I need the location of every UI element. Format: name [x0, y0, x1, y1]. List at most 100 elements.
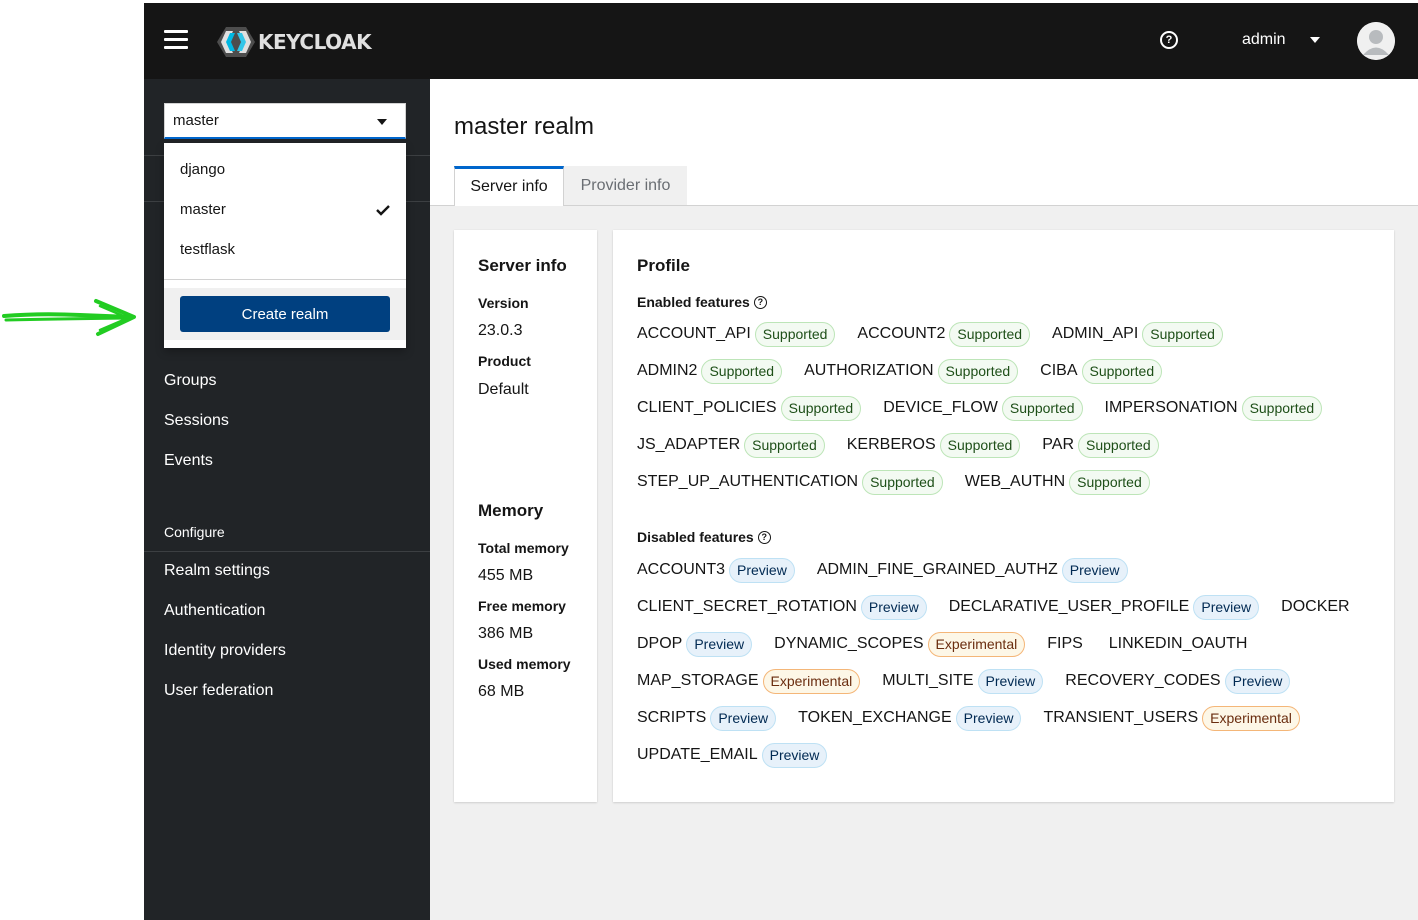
feature-status-badge: Preview: [1193, 594, 1260, 620]
help-icon[interactable]: ?: [753, 295, 767, 309]
feature-item: LINKEDIN_OAUTH: [1109, 635, 1252, 653]
logo-text: KEYCLOAK: [258, 30, 372, 54]
feature-status-badge: Supported: [780, 395, 862, 421]
nav-item-identity-providers[interactable]: Identity providers: [164, 642, 286, 660]
feature-status-badge: Supported: [1078, 432, 1159, 458]
user-avatar-icon: [1357, 22, 1395, 60]
feature-item: SCRIPTS Preview: [637, 705, 777, 731]
feature-item: ACCOUNT_API Supported: [637, 321, 836, 347]
profile-heading: Profile: [637, 256, 690, 275]
feature-item: TRANSIENT_USERS Experimental: [1043, 705, 1300, 731]
feature-item: CLIENT_POLICIES Supported: [637, 395, 862, 421]
feature-status-badge: Supported: [1081, 358, 1163, 384]
feature-name: DEVICE_FLOW: [883, 399, 998, 416]
masthead: KEYCLOAK ? admin: [144, 3, 1418, 79]
create-realm-button[interactable]: Create realm: [180, 296, 390, 332]
feature-item: DPOP Preview: [637, 631, 753, 657]
feature-status-badge: Experimental: [1202, 705, 1300, 731]
feature-item: WEB_AUTHN Supported: [964, 469, 1150, 495]
used-memory-label: Used memory: [478, 656, 571, 672]
memory-heading: Memory: [478, 501, 544, 520]
feature-name: DECLARATIVE_USER_PROFILE: [948, 598, 1190, 615]
feature-row: MAP_STORAGE Experimental MULTI_SITE Preview…: [637, 668, 1312, 694]
realm-option-master[interactable]: master: [164, 190, 406, 230]
tab-provider-info[interactable]: Provider info: [564, 166, 687, 206]
realm-dropdown-menu: django master testflask Create realm: [164, 143, 406, 348]
product-label: Product: [478, 353, 531, 369]
feature-status-badge: Preview: [710, 705, 777, 731]
feature-status-badge: Experimental: [927, 631, 1026, 657]
feature-item: DECLARATIVE_USER_PROFILE Preview: [948, 594, 1260, 620]
feature-name: UPDATE_EMAIL: [637, 746, 758, 763]
feature-name: DOCKER: [1281, 598, 1350, 615]
total-memory-label: Total memory: [478, 540, 569, 556]
tab-server-info[interactable]: Server info: [454, 166, 564, 206]
feature-status-badge: Supported: [1001, 395, 1083, 421]
disabled-features-heading: Disabled features ?: [637, 529, 771, 545]
feature-row: JS_ADAPTER Supported KERBEROS Supported PAR S…: [637, 432, 1181, 458]
nav-item-events[interactable]: Events: [164, 452, 213, 470]
feature-name: TOKEN_EXCHANGE: [798, 709, 952, 726]
nav-item-authentication[interactable]: Authentication: [164, 602, 265, 620]
feature-name: TRANSIENT_USERS: [1043, 709, 1199, 726]
feature-item: ADMIN_FINE_GRAINED_AUTHZ Preview: [816, 557, 1128, 583]
feature-status-badge: Preview: [1224, 668, 1291, 694]
nav-item-realm-settings[interactable]: Realm settings: [164, 562, 270, 580]
feature-name: ADMIN_FINE_GRAINED_AUTHZ: [816, 561, 1058, 578]
feature-item: ADMIN_API Supported: [1052, 321, 1223, 347]
realm-selected-value: master: [173, 112, 219, 129]
feature-item: JS_ADAPTER Supported: [637, 432, 825, 458]
feature-row: SCRIPTS Preview TOKEN_EXCHANGE Preview TRANS…: [637, 705, 1322, 731]
feature-name: PAR: [1042, 436, 1074, 453]
feature-status-badge: Experimental: [762, 668, 861, 694]
feature-name: WEB_AUTHN: [964, 473, 1066, 490]
help-icon[interactable]: ?: [757, 530, 771, 544]
check-icon: [376, 205, 390, 216]
feature-status-badge: Preview: [1061, 557, 1128, 583]
feature-name: FIPS: [1047, 635, 1083, 652]
feature-status-badge: Supported: [1069, 469, 1150, 495]
feature-name: ACCOUNT_API: [637, 325, 751, 342]
feature-name: ADMIN2: [637, 362, 698, 379]
feature-name: RECOVERY_CODES: [1065, 672, 1221, 689]
realm-selector[interactable]: master: [164, 103, 406, 139]
feature-item: AUTHORIZATION Supported: [804, 358, 1019, 384]
nav-section-configure: Configure: [164, 524, 225, 540]
feature-item: IMPERSONATION Supported: [1105, 395, 1323, 421]
user-name: admin: [1242, 31, 1286, 48]
nav-item-user-federation[interactable]: User federation: [164, 682, 273, 700]
main-content: master realm Server info Provider info S…: [430, 79, 1418, 920]
realm-option-django[interactable]: django: [164, 150, 406, 190]
feature-item: DEVICE_FLOW Supported: [883, 395, 1083, 421]
feature-row: ACCOUNT_API Supported ACCOUNT2 Supported ADM…: [637, 321, 1245, 347]
feature-name: ADMIN_API: [1052, 325, 1139, 342]
feature-status-badge: Preview: [761, 742, 828, 768]
help-icon[interactable]: ?: [1160, 31, 1178, 49]
feature-name: ACCOUNT2: [857, 325, 946, 342]
nav-item-groups[interactable]: Groups: [164, 372, 216, 390]
feature-name: MAP_STORAGE: [637, 672, 759, 689]
nav-item-sessions[interactable]: Sessions: [164, 412, 229, 430]
used-memory-value: 68 MB: [478, 683, 525, 700]
feature-status-badge: Supported: [744, 432, 825, 458]
feature-item: PAR Supported: [1042, 432, 1159, 458]
user-menu-toggle[interactable]: admin: [1242, 31, 1320, 49]
app-root: KEYCLOAK ? admin master django master te…: [0, 0, 1418, 920]
enabled-features-heading: Enabled features ?: [637, 294, 767, 310]
hamburger-menu-icon[interactable]: [164, 30, 188, 52]
feature-status-badge: Supported: [1142, 321, 1223, 347]
server-info-card: Server info Version 23.0.3 Product Defau…: [454, 230, 597, 802]
feature-status-badge: Preview: [955, 705, 1022, 731]
feature-item: FIPS: [1047, 635, 1087, 653]
feature-name: AUTHORIZATION: [804, 362, 934, 379]
feature-item: ACCOUNT3 Preview: [637, 557, 795, 583]
caret-down-icon: [377, 119, 387, 125]
keycloak-logo[interactable]: KEYCLOAK: [216, 25, 372, 59]
dropdown-divider: [164, 279, 406, 280]
feature-row: DPOP Preview DYNAMIC_SCOPES Experimental FIP…: [637, 631, 1273, 657]
feature-row: ACCOUNT3 Preview ADMIN_FINE_GRAINED_AUTHZ P…: [637, 557, 1150, 583]
avatar[interactable]: [1357, 22, 1395, 60]
feature-item: CIBA Supported: [1040, 358, 1163, 384]
feature-item: DYNAMIC_SCOPES Experimental: [774, 631, 1026, 657]
realm-option-testflask[interactable]: testflask: [164, 230, 406, 270]
